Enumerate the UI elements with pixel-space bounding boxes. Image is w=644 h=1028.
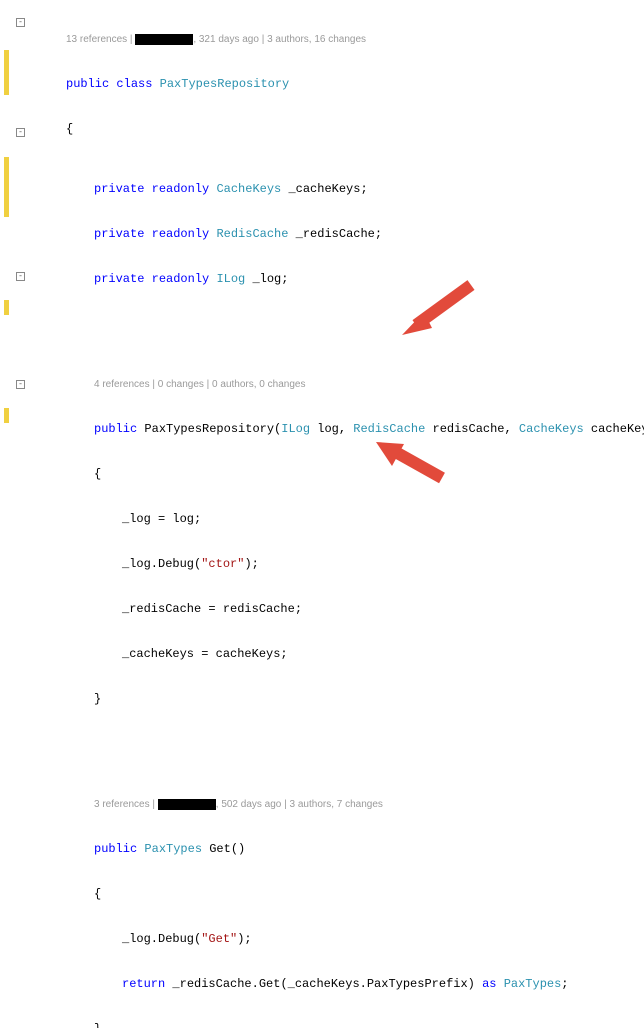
fold-icon[interactable]: - — [16, 128, 25, 137]
brace: { — [30, 122, 644, 137]
code-line: public PaxTypesRepository(ILog log, Redi… — [30, 422, 644, 437]
gutter: - - - - — [0, 0, 30, 1028]
brace: { — [30, 887, 644, 902]
brace: { — [30, 467, 644, 482]
code-area[interactable]: 13 references | , 321 days ago | 3 autho… — [30, 0, 644, 1028]
brace: } — [30, 692, 644, 707]
code-line: private readonly RedisCache _redisCache; — [30, 227, 644, 242]
code-line: public PaxTypes Get() — [30, 842, 644, 857]
code-line: return _redisCache.Get(_cacheKeys.PaxTyp… — [30, 977, 644, 992]
code-editor: - - - - 13 references | , 321 days ago |… — [0, 0, 644, 1028]
code-line: _log.Debug("Get"); — [30, 932, 644, 947]
fold-icon[interactable]: - — [16, 272, 25, 281]
change-marker — [4, 300, 9, 315]
change-marker — [4, 50, 9, 95]
code-line: private readonly CacheKeys _cacheKeys; — [30, 182, 644, 197]
code-line: private readonly ILog _log; — [30, 272, 644, 287]
code-line: _log = log; — [30, 512, 644, 527]
code-lens[interactable]: 3 references | , 502 days ago | 3 author… — [30, 797, 644, 812]
code-line: public class PaxTypesRepository — [30, 77, 644, 92]
change-marker — [4, 408, 9, 423]
code-lens[interactable]: 4 references | 0 changes | 0 authors, 0 … — [30, 377, 644, 392]
code-line: _redisCache = redisCache; — [30, 602, 644, 617]
brace: } — [30, 1022, 644, 1028]
code-lens[interactable]: 13 references | , 321 days ago | 3 autho… — [30, 32, 644, 47]
code-line: _log.Debug("ctor"); — [30, 557, 644, 572]
fold-icon[interactable]: - — [16, 18, 25, 27]
redacted-author — [158, 799, 216, 810]
code-line: _cacheKeys = cacheKeys; — [30, 647, 644, 662]
fold-icon[interactable]: - — [16, 380, 25, 389]
change-marker — [4, 157, 9, 217]
redacted-author — [135, 34, 193, 45]
